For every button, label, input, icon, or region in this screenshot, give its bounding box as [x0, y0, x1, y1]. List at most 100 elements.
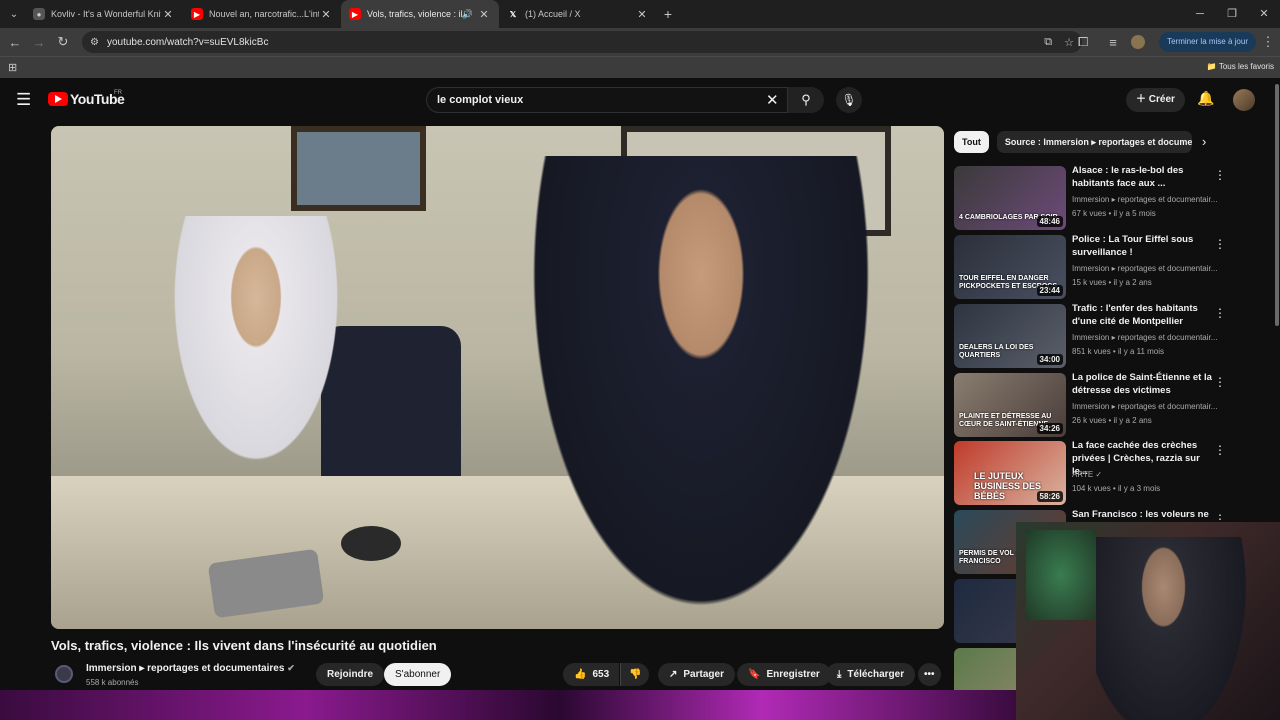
youtube-header: ☰ YouTube FR le complot vieux ✕ ⚲ 🎙 ＋ Cr…: [0, 78, 1280, 122]
new-tab-icon[interactable]: +: [657, 6, 679, 22]
join-button[interactable]: Rejoindre: [316, 663, 385, 686]
update-button[interactable]: Terminer la mise à jour: [1159, 32, 1256, 52]
webcam-person: [1096, 537, 1246, 720]
all-bookmarks-link[interactable]: 📁 Tous les favoris: [1207, 62, 1274, 71]
recommendation-meta: 67 k vues • il y a 5 mois: [1072, 209, 1156, 218]
browser-tab-active[interactable]: ▶ Vols, trafics, violence : ils vi 🔊 ✕: [341, 0, 499, 28]
share-icon: ↗: [669, 669, 678, 680]
search-button[interactable]: ⚲: [788, 87, 824, 113]
back-icon[interactable]: ←: [3, 35, 27, 50]
tab-search-icon[interactable]: ⌄: [3, 3, 25, 25]
tab-title: (1) Accueil / X: [525, 9, 581, 19]
window-controls: ─ ❐ ✕: [1184, 0, 1280, 28]
search-input[interactable]: le complot vieux: [426, 87, 788, 113]
close-window-icon[interactable]: ✕: [1248, 0, 1280, 28]
youtube-logo[interactable]: YouTube FR: [48, 90, 125, 107]
youtube-icon: ▶: [349, 8, 361, 20]
forward-icon[interactable]: →: [27, 35, 51, 50]
bookmark-icon: 🔖: [748, 669, 761, 680]
browser-tab[interactable]: ▶ Nouvel an, narcotrafic...L'interv ✕: [183, 0, 341, 28]
reload-icon[interactable]: ↻: [51, 34, 75, 50]
profile-avatar[interactable]: [1131, 35, 1146, 49]
user-avatar[interactable]: [1233, 89, 1255, 111]
save-button[interactable]: 🔖 Enregistrer: [737, 663, 831, 686]
verified-icon: ✔: [287, 663, 295, 673]
all-bookmarks-label: Tous les favoris: [1218, 62, 1274, 71]
subscribe-button[interactable]: S'abonner: [384, 663, 452, 686]
create-button[interactable]: ＋ Créer: [1126, 88, 1185, 112]
recommendation-title: Police : La Tour Eiffel sous surveillanc…: [1072, 234, 1194, 258]
close-tab-icon[interactable]: ✕: [477, 8, 491, 21]
video-player[interactable]: [51, 126, 944, 629]
thumbs-down-icon: 👎: [629, 669, 642, 680]
video-person-woman: [161, 216, 351, 486]
tab-title: Kovliv - It's a Wonderful Knife (: [51, 9, 161, 19]
more-options-icon[interactable]: ⋮: [1214, 375, 1226, 389]
site-info-icon[interactable]: ⚙: [90, 37, 99, 48]
recommendation-item[interactable]: DEALERS LA LOI DES QUARTIERS 34:00 Trafi…: [954, 303, 1280, 368]
recommendation-item[interactable]: TOUR EIFFEL EN DANGER PICKPOCKETS ET ESC…: [954, 234, 1280, 299]
address-bar[interactable]: ⚙ youtube.com/watch?v=suEVL8kicBc ⧉ ☆: [82, 31, 1082, 53]
subscriber-count: 558 k abonnés: [86, 678, 139, 687]
chip-all[interactable]: Tout: [954, 131, 989, 153]
more-icon: •••: [924, 669, 935, 680]
close-tab-icon[interactable]: ✕: [635, 8, 649, 21]
dislike-button[interactable]: 👎: [620, 663, 650, 686]
share-label: Partager: [683, 669, 724, 680]
tab-title: Vols, trafics, violence : ils vi: [367, 9, 462, 19]
minimize-icon[interactable]: ─: [1184, 0, 1216, 28]
menu-icon[interactable]: ⋮: [1256, 34, 1280, 50]
download-button[interactable]: ⤓ Télécharger: [826, 663, 916, 686]
more-actions-button[interactable]: •••: [918, 663, 941, 686]
close-tab-icon[interactable]: ✕: [161, 8, 175, 21]
recommendation-item[interactable]: LE JUTEUX BUSINESS DES BÉBÉS 58:26 La fa…: [954, 440, 1280, 505]
close-tab-icon[interactable]: ✕: [319, 8, 333, 21]
video-mouse: [341, 526, 401, 561]
video-thumbnail[interactable]: PLAINTE ET DÉTRESSE AU CŒUR DE SAINT-ÉTI…: [954, 373, 1066, 437]
more-options-icon[interactable]: ⋮: [1214, 237, 1226, 251]
clear-search-icon[interactable]: ✕: [766, 91, 779, 109]
channel-avatar[interactable]: [55, 665, 73, 683]
recommendation-channel: Immersion ▸ reportages et documentair...: [1072, 195, 1218, 204]
chevron-right-icon[interactable]: ›: [1202, 134, 1206, 149]
maximize-icon[interactable]: ❐: [1216, 0, 1248, 28]
share-button[interactable]: ↗ Partager: [658, 663, 735, 686]
recommendation-title: La police de Saint-Étienne et la détress…: [1072, 372, 1212, 396]
media-controls-icon[interactable]: ≡: [1101, 35, 1125, 50]
chip-source[interactable]: Source : Immersion ▸ reportages et docum…: [996, 131, 1192, 153]
youtube-play-icon: [48, 92, 68, 106]
recommendation-channel: Immersion ▸ reportages et documentair...: [1072, 402, 1218, 411]
install-app-icon[interactable]: ⧉: [1044, 36, 1052, 49]
browser-tab[interactable]: 𝕏 (1) Accueil / X ✕: [499, 0, 657, 28]
extensions-icon[interactable]: ⧠: [1071, 34, 1095, 50]
menu-hamburger-icon[interactable]: ☰: [16, 90, 31, 110]
video-thumbnail[interactable]: LE JUTEUX BUSINESS DES BÉBÉS 58:26: [954, 441, 1066, 505]
video-wall-painting: [291, 126, 426, 211]
speaker-icon[interactable]: 🔊: [462, 9, 473, 20]
browser-toolbar: ← → ↻ ⚙ youtube.com/watch?v=suEVL8kicBc …: [0, 28, 1280, 56]
search-icon: ⚲: [801, 92, 811, 107]
recommendation-channel: Immersion ▸ reportages et documentair...: [1072, 333, 1218, 342]
stream-overlay-strip: [0, 690, 1016, 720]
webcam-background-light: [1026, 530, 1096, 620]
more-options-icon[interactable]: ⋮: [1214, 443, 1226, 457]
recommendation-item[interactable]: 4 CAMBRIOLAGES PAR SOIR 48:46 Alsace : l…: [954, 165, 1280, 230]
browser-tab[interactable]: ● Kovliv - It's a Wonderful Knife ( ✕: [25, 0, 183, 28]
recommendation-item[interactable]: PLAINTE ET DÉTRESSE AU CŒUR DE SAINT-ÉTI…: [954, 372, 1280, 437]
video-thumbnail[interactable]: 4 CAMBRIOLAGES PAR SOIR 48:46: [954, 166, 1066, 230]
page-scrollbar[interactable]: [1275, 84, 1279, 326]
voice-search-icon[interactable]: 🎙: [836, 87, 862, 113]
recommendation-channel: ARTE ✓: [1072, 470, 1103, 479]
browser-tab-strip: ⌄ ● Kovliv - It's a Wonderful Knife ( ✕ …: [0, 0, 1280, 28]
like-button[interactable]: 👍 653: [563, 663, 620, 686]
channel-name[interactable]: Immersion ▸ reportages et documentaires …: [86, 663, 295, 674]
video-thumbnail[interactable]: TOUR EIFFEL EN DANGER PICKPOCKETS ET ESC…: [954, 235, 1066, 299]
recommendation-channel: Immersion ▸ reportages et documentair...: [1072, 264, 1218, 273]
notifications-bell-icon[interactable]: 🔔: [1197, 90, 1214, 107]
video-title: Vols, trafics, violence : Ils vivent dan…: [51, 638, 437, 653]
more-options-icon[interactable]: ⋮: [1214, 168, 1226, 182]
apps-grid-icon[interactable]: ⊞: [8, 61, 17, 74]
video-thumbnail[interactable]: DEALERS LA LOI DES QUARTIERS 34:00: [954, 304, 1066, 368]
bookmarks-bar: ⊞ 📁 Tous les favoris: [0, 56, 1280, 78]
more-options-icon[interactable]: ⋮: [1214, 306, 1226, 320]
